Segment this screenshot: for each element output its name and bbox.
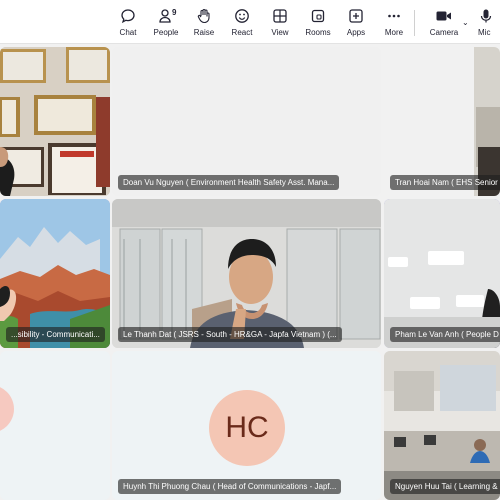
hand-icon [196, 6, 212, 26]
office-video-feed [112, 199, 381, 348]
video-tile-tran-hoai-nam[interactable]: Tran Hoai Nam ( EHS Senior [384, 47, 500, 196]
apps-plus-icon [348, 6, 364, 26]
toolbar-divider [414, 10, 415, 36]
participant-name: ...sibility - Communicati... [6, 327, 105, 342]
video-tile-nguyen-huu-tai[interactable]: Nguyen Huu Tai ( Learning & [384, 351, 500, 500]
mic-label: Mic [478, 28, 491, 37]
participant-name: Huynh Thi Phuong Chau ( Head of Communic… [118, 479, 342, 494]
video-tile-avatar-partial[interactable] [0, 351, 110, 500]
participant-avatar: HC [209, 390, 285, 466]
mic-button[interactable]: Mic [478, 6, 500, 42]
video-tile-office-certificates[interactable] [0, 47, 110, 196]
more-button[interactable]: More [370, 6, 418, 42]
camera-icon [435, 6, 453, 26]
people-label: People [153, 28, 179, 37]
smiley-icon [234, 6, 250, 26]
meeting-toolbar: Chat 9 People Raise React View Rooms App… [0, 0, 500, 44]
camera-button[interactable]: Camera [420, 6, 468, 42]
camera-options-chevron-icon[interactable]: ⌄ [462, 18, 469, 27]
participant-avatar [0, 385, 14, 433]
chat-icon [120, 6, 136, 26]
apps-label: Apps [346, 28, 366, 37]
view-label: View [271, 28, 289, 37]
rooms-icon [310, 6, 326, 26]
raise-label: Raise [193, 28, 215, 37]
camera-label: Camera [429, 28, 459, 37]
canyon-virtual-background [0, 199, 110, 348]
ceiling-lights-video [384, 199, 500, 348]
video-tile-huynh-thi-phuong-chau[interactable]: HC Huynh Thi Phuong Chau ( Head of Commu… [112, 351, 381, 500]
chat-label: Chat [119, 28, 137, 37]
video-tile-le-thanh-dat[interactable]: Le Thanh Dat ( JSRS - South - HR&GA - Ja… [112, 199, 381, 348]
certificates-wall-video [0, 47, 110, 196]
rooms-label: Rooms [305, 28, 331, 37]
participant-name: Le Thanh Dat ( JSRS - South - HR&GA - Ja… [118, 327, 342, 342]
participant-count: 9 [172, 8, 177, 17]
more-dots-icon [386, 6, 402, 26]
office-camera-video [474, 47, 500, 196]
participant-name: Doan Vu Nguyen ( Environment Health Safe… [118, 175, 340, 190]
open-office-video [384, 351, 500, 500]
more-label: More [384, 28, 404, 37]
video-tile-doan-vu-nguyen[interactable]: Doan Vu Nguyen ( Environment Health Safe… [112, 47, 381, 196]
participant-name: Tran Hoai Nam ( EHS Senior [390, 175, 500, 190]
video-tile-canyon-background[interactable]: ...sibility - Communicati... [0, 199, 110, 348]
participant-name: Pham Le Van Anh ( People D [390, 327, 500, 342]
grid-view-icon [272, 6, 288, 26]
react-label: React [231, 28, 253, 37]
video-tile-pham-le-van-anh[interactable]: Pham Le Van Anh ( People D [384, 199, 500, 348]
people-icon: 9 [158, 6, 177, 26]
mic-icon [478, 6, 494, 26]
participant-name: Nguyen Huu Tai ( Learning & [390, 479, 500, 494]
avatar-initials: HC [225, 411, 269, 444]
